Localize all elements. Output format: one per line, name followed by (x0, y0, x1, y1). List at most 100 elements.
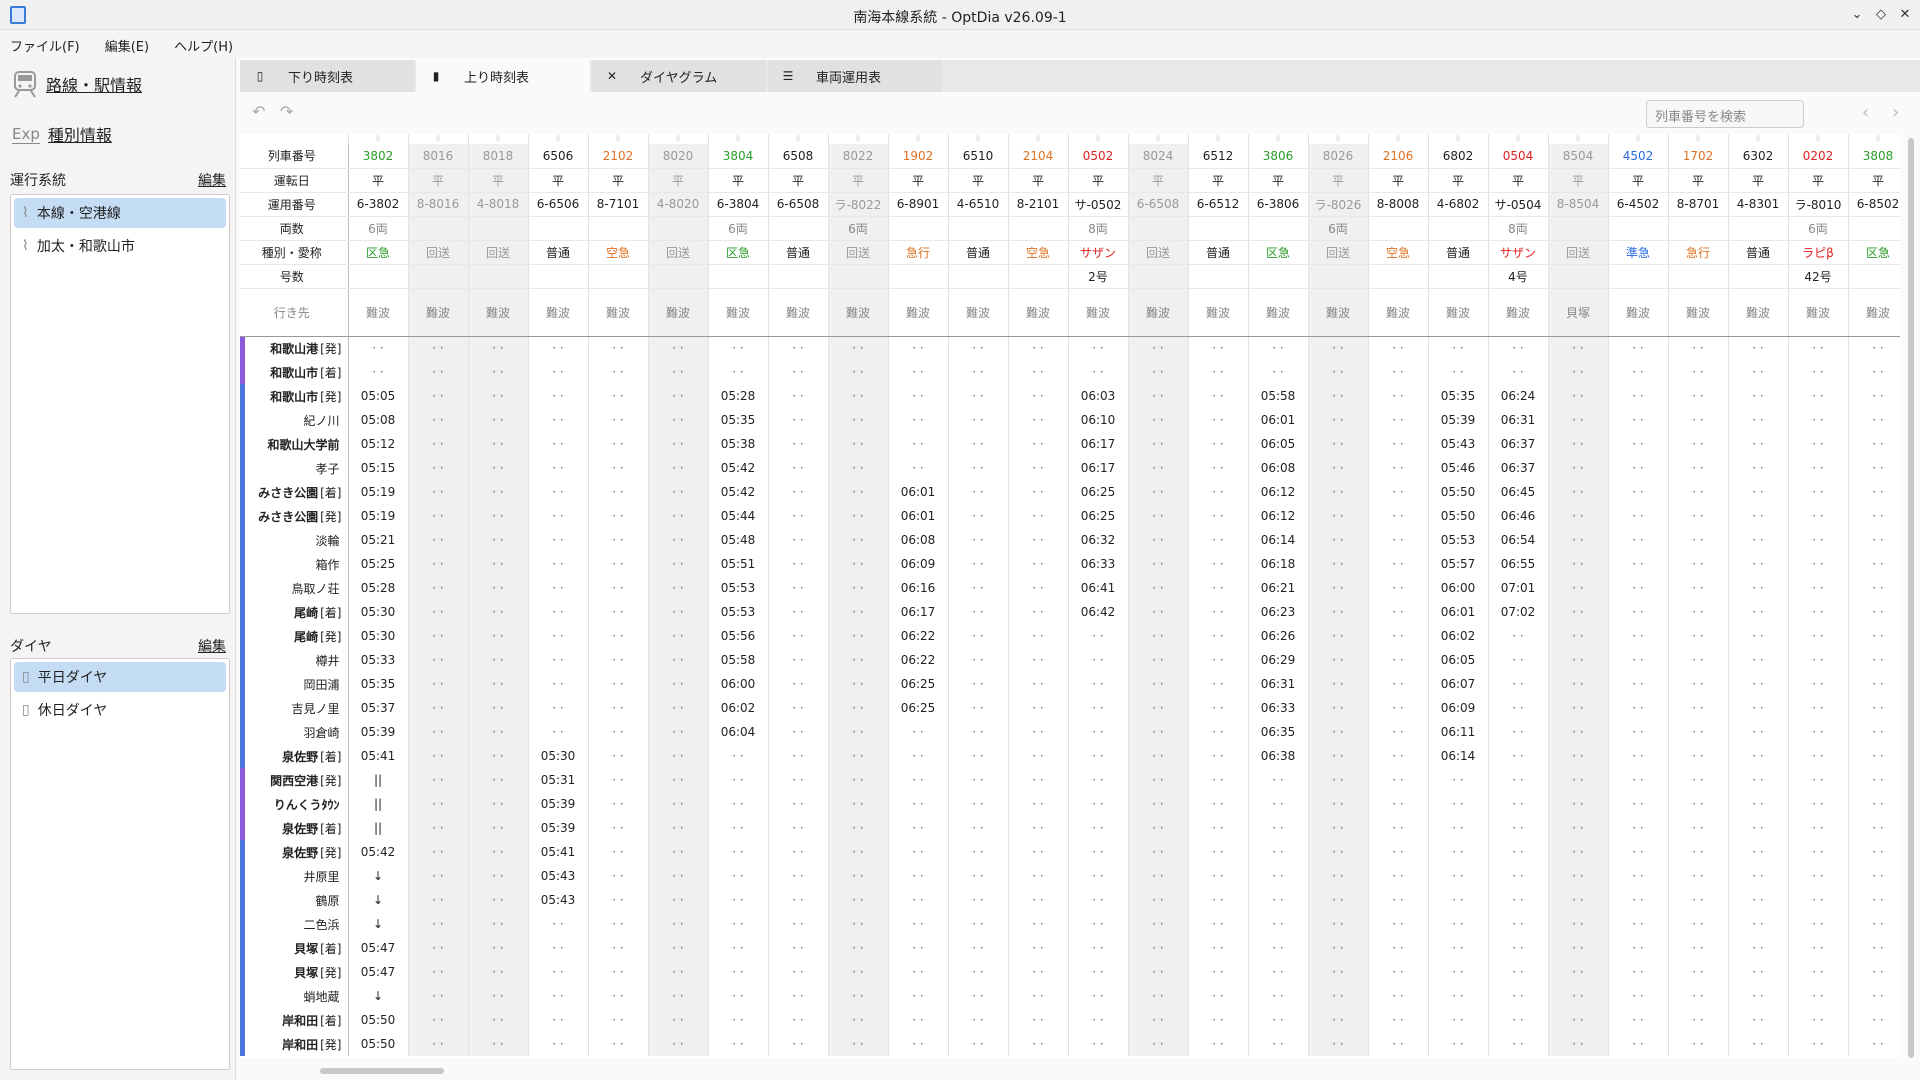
time-cell[interactable]: · · (1368, 576, 1429, 600)
time-cell[interactable]: · · (948, 864, 1009, 888)
time-cell[interactable]: · · (468, 624, 529, 648)
time-cell[interactable]: · · (408, 792, 469, 816)
service-number-cell[interactable]: 2号 (1068, 264, 1129, 289)
time-cell[interactable]: · · (768, 384, 829, 408)
time-cell[interactable]: · · (1308, 720, 1369, 744)
time-cell[interactable]: · · (468, 648, 529, 672)
time-cell[interactable]: · · (1848, 624, 1900, 648)
time-cell[interactable]: · · (648, 456, 709, 480)
time-cell[interactable]: · · (1008, 432, 1069, 456)
column-grip[interactable]: ⠿ (768, 134, 829, 144)
time-cell[interactable]: · · (1068, 768, 1129, 792)
time-cell[interactable]: 06:01 (1248, 408, 1309, 432)
time-cell[interactable]: 06:32 (1068, 528, 1129, 552)
time-cell[interactable]: 06:22 (888, 624, 949, 648)
time-cell[interactable]: · · (828, 744, 889, 768)
time-cell[interactable]: · · (468, 672, 529, 696)
time-cell[interactable]: · · (648, 792, 709, 816)
time-cell[interactable]: · · (1488, 744, 1549, 768)
time-cell[interactable]: · · (1068, 984, 1129, 1008)
time-cell[interactable]: · · (1248, 360, 1309, 384)
time-cell[interactable]: · · (1008, 456, 1069, 480)
menu-file[interactable]: ファイル(F) (0, 30, 90, 58)
time-cell[interactable]: · · (1128, 768, 1189, 792)
time-cell[interactable]: · · (528, 528, 589, 552)
time-cell[interactable]: · · (1548, 984, 1609, 1008)
time-cell[interactable]: 06:18 (1248, 552, 1309, 576)
time-cell[interactable]: · · (648, 576, 709, 600)
time-cell[interactable]: 06:37 (1488, 456, 1549, 480)
time-cell[interactable]: · · (648, 888, 709, 912)
time-cell[interactable]: · · (828, 816, 889, 840)
time-cell[interactable]: · · (1848, 912, 1900, 936)
time-cell[interactable]: · · (588, 360, 649, 384)
time-cell[interactable]: · · (888, 360, 949, 384)
time-cell[interactable]: 05:46 (1428, 456, 1489, 480)
time-cell[interactable]: · · (768, 672, 829, 696)
time-cell[interactable]: · · (828, 528, 889, 552)
menu-edit[interactable]: 編集(E) (95, 30, 159, 58)
time-cell[interactable]: · · (528, 960, 589, 984)
time-cell[interactable]: 05:39 (348, 720, 409, 744)
time-cell[interactable]: ↓ (348, 984, 409, 1008)
time-cell[interactable]: · · (768, 576, 829, 600)
time-cell[interactable]: · · (768, 888, 829, 912)
time-cell[interactable]: · · (588, 888, 649, 912)
time-cell[interactable]: · · (528, 552, 589, 576)
time-cell[interactable]: 06:37 (1488, 432, 1549, 456)
time-cell[interactable]: · · (768, 744, 829, 768)
time-cell[interactable]: · · (1668, 792, 1729, 816)
time-cell[interactable]: · · (828, 840, 889, 864)
time-cell[interactable]: 05:53 (708, 600, 769, 624)
time-cell[interactable]: · · (1848, 888, 1900, 912)
tab-down-timetable[interactable]: ▯ 下り時刻表 (240, 60, 414, 92)
time-cell[interactable]: 06:09 (1428, 696, 1489, 720)
time-cell[interactable]: · · (468, 504, 529, 528)
time-cell[interactable]: · · (468, 720, 529, 744)
time-cell[interactable]: · · (1788, 960, 1849, 984)
time-cell[interactable]: · · (1728, 384, 1789, 408)
train-number-cell[interactable]: 4502 (1608, 144, 1669, 169)
time-cell[interactable]: · · (1728, 744, 1789, 768)
time-cell[interactable]: 06:41 (1068, 576, 1129, 600)
time-cell[interactable]: · · (1188, 792, 1249, 816)
time-cell[interactable]: 06:29 (1248, 648, 1309, 672)
time-cell[interactable]: · · (468, 816, 529, 840)
train-number-cell[interactable]: 6508 (768, 144, 829, 169)
time-cell[interactable]: · · (1008, 768, 1069, 792)
time-cell[interactable]: · · (648, 552, 709, 576)
train-number-cell[interactable]: 8024 (1128, 144, 1189, 169)
time-cell[interactable]: · · (1608, 1008, 1669, 1032)
time-cell[interactable]: · · (708, 768, 769, 792)
time-cell[interactable]: · · (768, 456, 829, 480)
time-cell[interactable]: · · (468, 576, 529, 600)
time-cell[interactable]: · · (768, 600, 829, 624)
car-count-cell[interactable] (768, 216, 829, 241)
service-number-cell[interactable] (408, 264, 469, 289)
time-cell[interactable]: 05:57 (1428, 552, 1489, 576)
time-cell[interactable]: · · (648, 768, 709, 792)
time-cell[interactable]: · · (828, 888, 889, 912)
time-cell[interactable]: · · (1488, 816, 1549, 840)
time-cell[interactable]: · · (1788, 744, 1849, 768)
time-cell[interactable]: · · (1008, 624, 1069, 648)
time-cell[interactable]: · · (1428, 336, 1489, 360)
time-cell[interactable]: · · (1368, 816, 1429, 840)
time-cell[interactable]: 05:12 (348, 432, 409, 456)
time-cell[interactable]: · · (1368, 696, 1429, 720)
car-count-cell[interactable]: 6両 (348, 216, 409, 241)
time-cell[interactable]: · · (1128, 720, 1189, 744)
time-cell[interactable]: 05:33 (348, 648, 409, 672)
time-cell[interactable]: · · (1068, 672, 1129, 696)
time-cell[interactable]: · · (1188, 648, 1249, 672)
time-cell[interactable]: 05:28 (348, 576, 409, 600)
time-cell[interactable]: · · (1788, 528, 1849, 552)
time-cell[interactable]: · · (1848, 744, 1900, 768)
operation-number-cell[interactable]: 4-6802 (1428, 192, 1489, 217)
time-cell[interactable]: · · (1008, 960, 1069, 984)
time-cell[interactable]: · · (768, 360, 829, 384)
time-cell[interactable]: 05:30 (348, 624, 409, 648)
time-cell[interactable]: · · (1728, 888, 1789, 912)
run-day-cell[interactable]: 平 (1548, 168, 1609, 193)
time-cell[interactable]: · · (768, 624, 829, 648)
